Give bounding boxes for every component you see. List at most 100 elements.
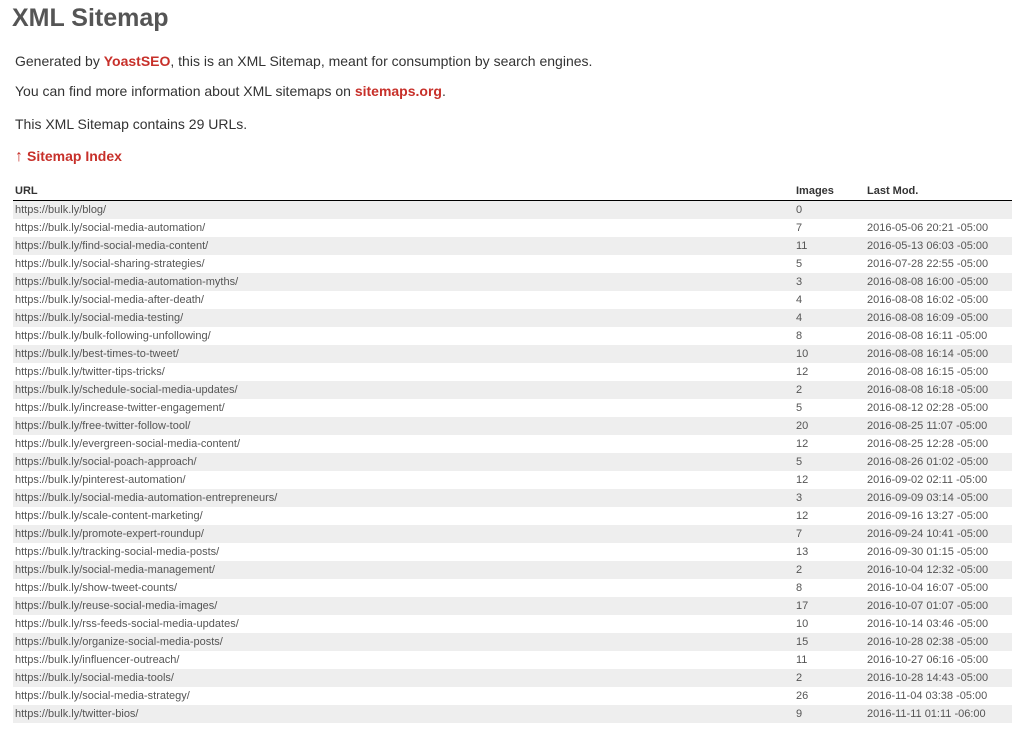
images-count-cell: 0 [794,200,865,219]
url-link[interactable]: https://bulk.ly/evergreen-social-media-c… [15,438,240,450]
url-cell: https://bulk.ly/show-tweet-counts/ [13,579,794,597]
table-row: https://bulk.ly/reuse-social-media-image… [13,597,1012,615]
url-link[interactable]: https://bulk.ly/scale-content-marketing/ [15,510,203,522]
url-cell: https://bulk.ly/social-media-automation-… [13,273,794,291]
sitemap-index-link[interactable]: ↑ Sitemap Index [15,148,122,165]
url-cell: https://bulk.ly/social-poach-approach/ [13,453,794,471]
table-row: https://bulk.ly/influencer-outreach/11 20… [13,651,1012,669]
url-link[interactable]: https://bulk.ly/blog/ [15,204,106,216]
url-cell: https://bulk.ly/social-media-strategy/ [13,687,794,705]
table-header-row: URL Images Last Mod. [13,182,1012,201]
last-modified-cell: 2016-08-08 16:11 -05:00 [867,330,988,342]
table-row: https://bulk.ly/social-media-after-death… [13,291,1012,309]
last-modified-cell: 2016-08-08 16:18 -05:00 [865,381,1012,399]
last-modified-cell: 2016-08-26 01:02 -05:00 [865,453,1012,471]
generated-suffix: , this is an XML Sitemap, meant for cons… [170,53,593,69]
url-link[interactable]: https://bulk.ly/best-times-to-tweet/ [15,348,179,360]
url-link[interactable]: https://bulk.ly/free-twitter-follow-tool… [15,420,190,432]
url-link[interactable]: https://bulk.ly/tracking-social-media-po… [15,546,219,558]
url-link[interactable]: https://bulk.ly/social-media-automation/ [15,222,205,234]
images-count-cell: 15 [794,633,865,651]
url-link[interactable]: https://bulk.ly/social-media-testing/ [15,312,183,324]
images-count-cell: 11 [796,654,808,666]
table-row: https://bulk.ly/social-media-tools/2 2016… [13,669,1012,687]
url-cell: https://bulk.ly/social-media-testing/ [13,309,794,327]
table-row: https://bulk.ly/rss-feeds-social-media-u… [13,615,1012,633]
url-cell: https://bulk.ly/promote-expert-roundup/ [13,525,794,543]
images-count-cell: 17 [794,597,865,615]
url-link[interactable]: https://bulk.ly/organize-social-media-po… [15,636,223,648]
sitemap-table: URL Images Last Mod. https://bulk.ly/blo… [13,182,1012,723]
url-cell: https://bulk.ly/find-social-media-conten… [13,237,794,255]
url-link[interactable]: https://bulk.ly/social-media-automation-… [15,276,238,288]
sitemaps-org-link[interactable]: sitemaps.org [355,83,442,99]
url-cell: https://bulk.ly/social-media-automation/ [13,219,794,237]
images-count-cell: 12 [796,474,809,486]
images-count-cell: 2 [794,669,865,687]
url-link[interactable]: https://bulk.ly/show-tweet-counts/ [15,582,177,594]
table-row: https://bulk.ly/evergreen-social-media-c… [13,435,1012,453]
url-link[interactable]: https://bulk.ly/pinterest-automation/ [15,474,186,486]
page-title: XML Sitemap [12,4,169,32]
url-cell: https://bulk.ly/social-media-tools/ [13,669,794,687]
images-count-cell: 5 [796,258,803,270]
last-modified-cell: 2016-09-16 13:27 -05:00 [867,510,989,522]
last-modified-cell: 2016-10-04 16:07 -05:00 [867,582,989,594]
last-modified-cell [865,200,1012,219]
images-count-cell: 10 [794,345,865,363]
images-count-cell: 12 [796,366,809,378]
images-count-cell: 8 [796,330,803,342]
url-link[interactable]: https://bulk.ly/bulk-following-unfollowi… [15,330,211,342]
last-modified-cell: 2016-08-25 12:28 -05:00 [867,438,989,450]
url-link[interactable]: https://bulk.ly/find-social-media-conten… [15,240,208,252]
table-row: https://bulk.ly/social-media-automation-… [13,273,1012,291]
table-row: https://bulk.ly/social-sharing-strategie… [13,255,1012,273]
last-modified-cell: 2016-10-28 14:43 -05:00 [865,669,1012,687]
last-modified-cell: 2016-09-24 10:41 -05:00 [865,525,1012,543]
last-modified-cell: 2016-09-09 03:14 -05:00 [865,489,1012,507]
url-link[interactable]: https://bulk.ly/social-sharing-strategie… [15,258,205,270]
images-count-cell: 2 [794,561,865,579]
last-modified-cell: 2016-11-11 01:11 -06:00 [865,705,1012,723]
url-cell: https://bulk.ly/organize-social-media-po… [13,633,794,651]
images-count-cell: 8 [796,582,803,594]
images-count-cell: 7 [796,222,803,234]
last-modified-cell: 2016-11-04 03:38 -05:00 [867,690,988,702]
url-link[interactable]: https://bulk.ly/social-poach-approach/ [15,456,197,468]
url-cell: https://bulk.ly/best-times-to-tweet/ [13,345,794,363]
url-link[interactable]: https://bulk.ly/social-media-management/ [15,564,215,576]
url-link[interactable]: https://bulk.ly/social-media-strategy/ [15,690,190,702]
arrow-up-icon: ↑ [15,148,23,165]
images-count-cell: 10 [796,618,809,630]
last-modified-cell: 2016-08-08 16:00 -05:00 [865,273,1012,291]
url-cell: https://bulk.ly/bulk-following-unfollowi… [13,327,794,345]
lastmod-column-header: Last Mod. [865,182,1012,201]
url-link[interactable]: https://bulk.ly/increase-twitter-engagem… [15,402,225,414]
url-link[interactable]: https://bulk.ly/reuse-social-media-image… [15,600,217,612]
url-link[interactable]: https://bulk.ly/schedule-social-media-up… [15,384,238,396]
url-link[interactable]: https://bulk.ly/social-media-after-death… [15,294,204,306]
generated-by-text: Generated by YoastSEO, this is an XML Si… [15,53,592,69]
yoastseo-link[interactable]: YoastSEO [104,53,171,69]
images-count-cell: 20 [794,417,865,435]
more-info-text: You can find more information about XML … [15,83,446,99]
url-cell: https://bulk.ly/social-sharing-strategie… [13,255,794,273]
table-row: https://bulk.ly/blog/0 [13,200,1012,219]
url-link[interactable]: https://bulk.ly/twitter-bios/ [15,708,139,720]
url-link[interactable]: https://bulk.ly/social-media-automation-… [15,492,277,504]
table-row: https://bulk.ly/social-media-automation-… [13,489,1012,507]
url-link[interactable]: https://bulk.ly/social-media-tools/ [15,672,174,684]
url-cell: https://bulk.ly/social-media-automation-… [13,489,794,507]
url-link[interactable]: https://bulk.ly/influencer-outreach/ [15,654,179,666]
url-link[interactable]: https://bulk.ly/promote-expert-roundup/ [15,528,204,540]
url-link[interactable]: https://bulk.ly/twitter-tips-tricks/ [15,366,165,378]
images-count-cell: 13 [796,546,809,558]
url-link[interactable]: https://bulk.ly/rss-feeds-social-media-u… [15,618,239,630]
images-count-cell: 5 [794,453,865,471]
last-modified-cell: 2016-10-28 02:38 -05:00 [865,633,1012,651]
table-row: https://bulk.ly/social-media-management/… [13,561,1012,579]
last-modified-cell: 2016-10-27 06:16 -05:00 [867,654,989,666]
last-modified-cell: 2016-07-28 22:55 -05:00 [867,258,989,270]
last-modified-cell: 2016-08-08 16:15 -05:00 [867,366,989,378]
last-modified-cell: 2016-10-07 01:07 -05:00 [865,597,1012,615]
